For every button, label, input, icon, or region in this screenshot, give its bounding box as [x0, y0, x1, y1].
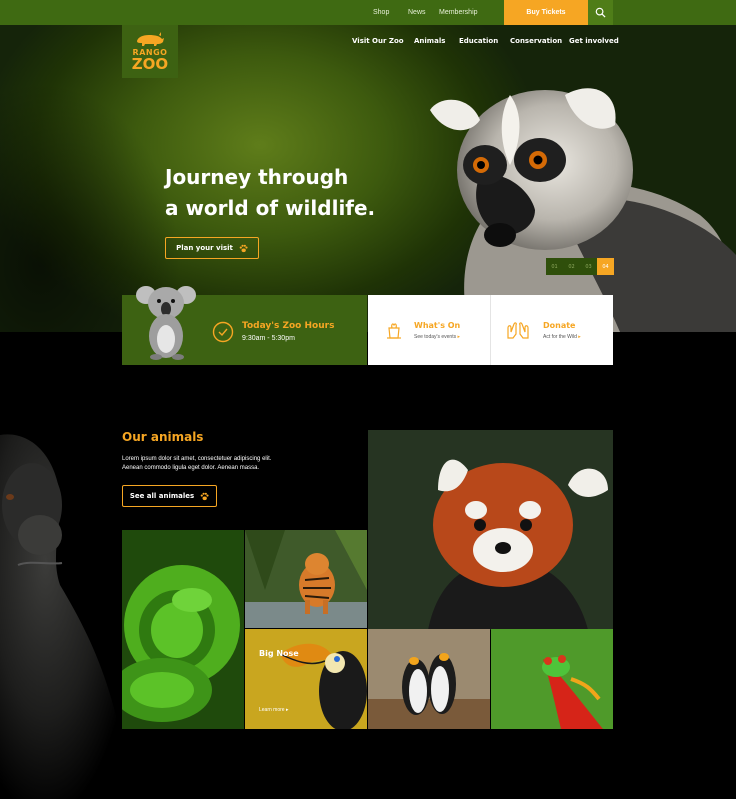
whats-on-title: What's On — [414, 321, 461, 330]
logo-text-zoo: ZOO — [131, 55, 169, 73]
tiger-tile[interactable] — [245, 530, 367, 628]
whats-on-subtitle: See today's events ▸ — [414, 334, 460, 340]
green-python-photo — [122, 530, 244, 729]
shop-link[interactable]: Shop — [373, 0, 389, 25]
slide-dot[interactable]: 03 — [580, 258, 597, 275]
tree-frog-photo — [491, 629, 613, 729]
big-nose-title: Big Nose — [259, 649, 299, 658]
slide-pager: 01 02 03 04 — [546, 258, 614, 275]
nav-get-involved[interactable]: Get involved — [569, 37, 619, 45]
zoo-hours-panel: Today's Zoo Hours 9:30am - 5:30pm — [122, 286, 367, 365]
paw-icon — [200, 492, 209, 500]
rhino-icon — [137, 32, 164, 46]
red-panda-photo — [368, 430, 613, 630]
top-bar: Shop News Membership Buy Tickets — [0, 0, 736, 25]
our-animals-title: Our animals — [122, 430, 204, 444]
slide-dot-active[interactable]: 04 — [597, 258, 614, 275]
see-all-animals-button[interactable]: See all animales — [122, 485, 217, 507]
hours-time: 9:30am - 5:30pm — [242, 335, 295, 342]
chevron-right-icon: ▸ — [285, 707, 289, 713]
koala-photo — [136, 286, 196, 360]
nav-conservation[interactable]: Conservation — [510, 37, 562, 45]
hero-headline: Journey through a world of wildlife. — [165, 165, 376, 220]
magic-hat-icon — [387, 323, 401, 339]
rango-zoo-logo[interactable]: RANGO ZOO — [122, 25, 178, 78]
donate-title: Donate — [543, 321, 576, 330]
nav-visit-our-zoo[interactable]: Visit Our Zoo — [352, 37, 404, 45]
green-python-tile[interactable] — [122, 530, 244, 729]
tiger-photo — [245, 530, 367, 628]
nav-animals[interactable]: Animals — [414, 37, 445, 45]
penguins-tile[interactable] — [368, 629, 490, 729]
red-panda-tile[interactable] — [368, 430, 613, 630]
plan-visit-button[interactable]: Plan your visit — [165, 237, 259, 259]
search-button[interactable] — [588, 0, 613, 25]
clock-icon — [212, 321, 234, 343]
nav-education[interactable]: Education — [459, 37, 498, 45]
buy-tickets-button[interactable]: Buy Tickets — [504, 0, 588, 25]
penguins-photo — [368, 629, 490, 729]
slide-dot[interactable]: 02 — [563, 258, 580, 275]
chevron-right-icon: ▸ — [457, 334, 460, 340]
news-link[interactable]: News — [408, 0, 426, 25]
gorilla-photo — [0, 434, 130, 799]
our-animals-description: Lorem ipsum dolor sit amet, consectetuer… — [122, 456, 272, 471]
tree-frog-tile[interactable] — [491, 629, 613, 729]
paw-icon — [239, 244, 248, 252]
hours-title: Today's Zoo Hours — [242, 321, 335, 331]
toucan-photo — [245, 629, 367, 729]
membership-link[interactable]: Membership — [439, 0, 478, 25]
donate-card[interactable]: Donate Act for the Wild ▸ — [491, 295, 613, 365]
chevron-right-icon: ▸ — [578, 334, 581, 340]
learn-more-link[interactable]: Learn more ▸ — [259, 707, 288, 713]
hands-icon — [507, 322, 529, 339]
slide-dot[interactable]: 01 — [546, 258, 563, 275]
donate-subtitle: Act for the Wild ▸ — [543, 334, 581, 340]
big-nose-tile[interactable]: Big Nose Learn more ▸ — [245, 629, 367, 729]
whats-on-card[interactable]: What's On See today's events ▸ — [368, 295, 491, 365]
search-icon — [595, 7, 606, 18]
